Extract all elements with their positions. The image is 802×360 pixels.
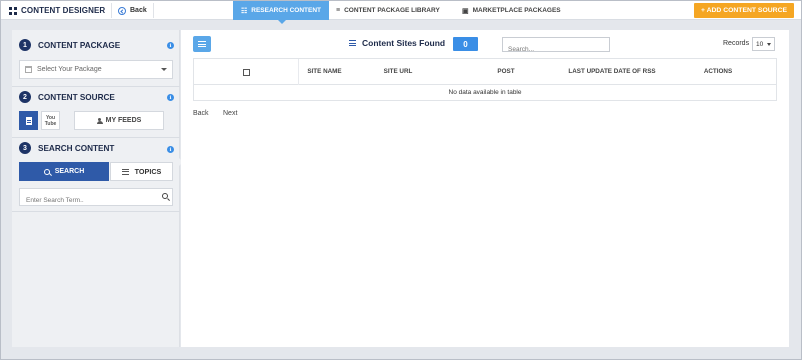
search-term-input[interactable]: [20, 192, 150, 209]
table-search-field: [502, 37, 610, 56]
section-title: SEARCH CONTENT: [38, 143, 115, 153]
sidebar: 1 CONTENT PACKAGE i Select Your Package …: [12, 30, 180, 347]
list-icon: [349, 40, 356, 46]
column-header-actions: ACTIONS: [703, 68, 733, 75]
chevron-down-icon: [767, 43, 771, 46]
column-header-site-url[interactable]: SITE URL: [350, 59, 446, 85]
column-header-last-update[interactable]: LAST UPDATE DATE OF RSS: [566, 59, 658, 85]
table-search-input[interactable]: [503, 43, 609, 56]
records-value: 10: [756, 40, 764, 48]
tab-label: CONTENT PACKAGE LIBRARY: [344, 7, 440, 14]
search-icon[interactable]: [162, 193, 168, 199]
list-view-button[interactable]: [193, 36, 211, 52]
select-all-cell: [194, 59, 298, 85]
add-content-source-button[interactable]: + ADD CONTENT SOURCE: [694, 3, 794, 18]
table-header: SITE NAME SITE URL POST LAST UPDATE DATE…: [194, 59, 776, 85]
back-label: Back: [130, 7, 147, 14]
topics-mode-button[interactable]: TOPICS: [110, 162, 173, 181]
select-all-checkbox[interactable]: [242, 68, 250, 76]
content-sites-table: SITE NAME SITE URL POST LAST UPDATE DATE…: [193, 58, 777, 101]
records-label: Records: [723, 40, 750, 47]
top-navigation-bar: CONTENT DESIGNER Back ☷ RESEARCH CONTENT…: [1, 1, 801, 24]
column-header-site-name[interactable]: SITE NAME: [298, 59, 350, 85]
tab-label: RESEARCH CONTENT: [251, 7, 321, 14]
search-content-section: 3 SEARCH CONTENT i SEARCH TOPICS: [12, 30, 180, 212]
list-icon: [198, 41, 206, 47]
search-mode-label: SEARCH: [54, 168, 85, 175]
info-icon[interactable]: i: [167, 146, 174, 153]
search-mode-button[interactable]: SEARCH: [19, 162, 109, 181]
back-button[interactable]: Back: [111, 3, 154, 18]
list-icon: [121, 168, 129, 175]
back-circle-icon: [118, 6, 126, 15]
records-per-page-select[interactable]: 10: [752, 37, 775, 51]
topics-mode-label: TOPICS: [134, 167, 162, 176]
pagination-next-link[interactable]: Next: [223, 110, 237, 117]
search-icon: [43, 168, 50, 175]
sites-count-badge: 0: [453, 37, 478, 51]
main-panel: Content Sites Found 0 Records 10 SITE NA…: [181, 30, 789, 347]
tab-research-content[interactable]: ☷ RESEARCH CONTENT: [233, 1, 329, 24]
app-brand: CONTENT DESIGNER: [9, 1, 105, 20]
tab-content-package-library[interactable]: ≡ CONTENT PACKAGE LIBRARY: [330, 1, 446, 20]
step-number: 3: [19, 142, 31, 154]
list-icon: ≡: [336, 7, 341, 14]
sites-found-label: Content Sites Found: [362, 38, 446, 48]
tab-marketplace-packages[interactable]: ▣ MARKETPLACE PACKAGES: [456, 1, 567, 20]
rss-icon: ☷: [241, 7, 248, 15]
pagination-back-link[interactable]: Back: [193, 110, 209, 117]
tab-label: MARKETPLACE PACKAGES: [472, 7, 561, 14]
column-header-post[interactable]: POST: [446, 59, 566, 85]
app-title: CONTENT DESIGNER: [21, 6, 106, 15]
grid-icon: [9, 6, 17, 15]
empty-table-message: No data available in table: [448, 89, 522, 96]
cube-icon: ▣: [462, 7, 469, 15]
section-header: 3 SEARCH CONTENT: [19, 142, 114, 154]
search-term-field: [19, 188, 173, 209]
content-sites-found: Content Sites Found: [349, 38, 445, 48]
